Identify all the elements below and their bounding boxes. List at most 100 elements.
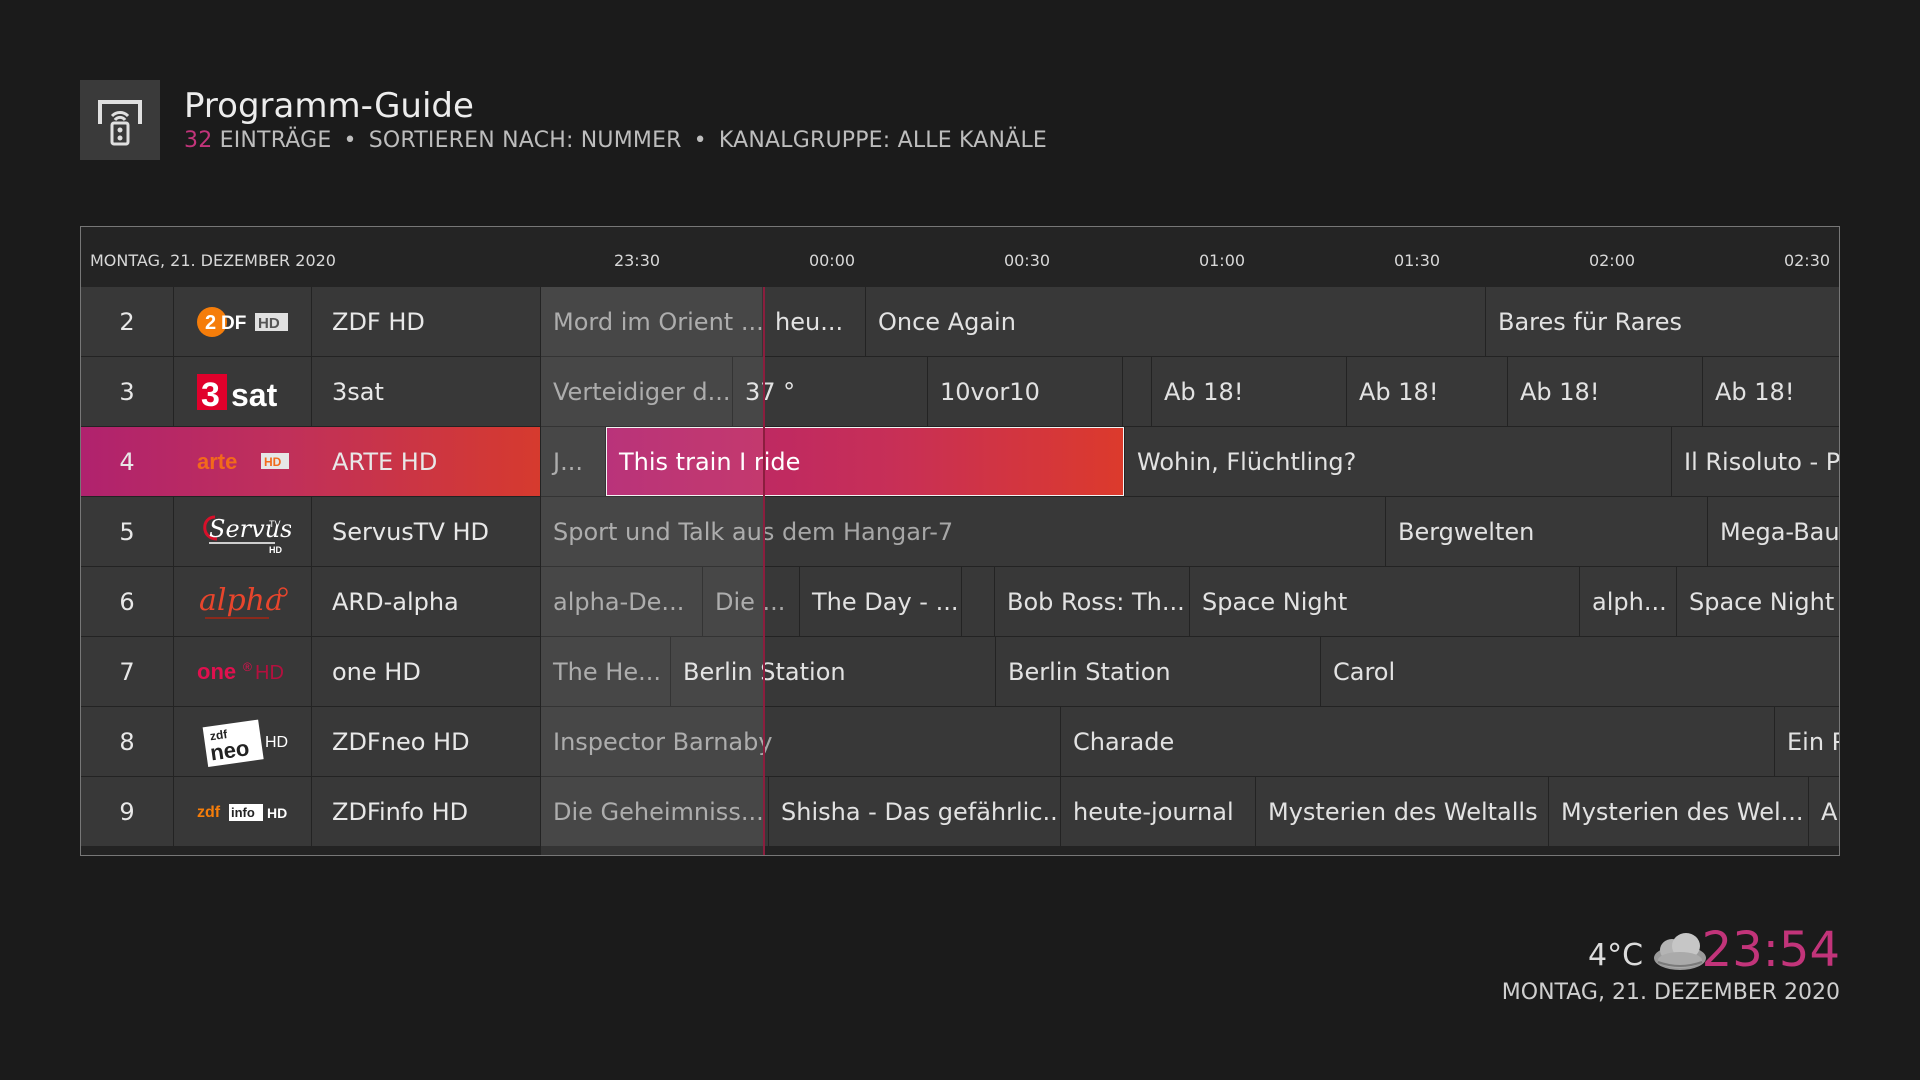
time-tick: 01:00 xyxy=(1198,251,1246,270)
program-cell[interactable]: Inspector Barnaby xyxy=(541,707,1060,776)
program-cell[interactable]: Bergwelten xyxy=(1386,497,1707,566)
channel-name: ZDFneo HD xyxy=(312,707,540,776)
epg-grid: MONTAG, 21. DEZEMBER 2020 23:30 00:00 00… xyxy=(80,226,1840,856)
svg-text:one: one xyxy=(197,659,236,684)
program-cell[interactable]: Verteidiger d... xyxy=(541,357,732,426)
channel-logo-3sat: 3 sat xyxy=(174,357,311,426)
program-cell[interactable]: alpha-De... xyxy=(541,567,702,636)
program-cell[interactable]: 10vor10 xyxy=(928,357,1122,426)
svg-text:®: ® xyxy=(243,660,252,674)
page-subtitle: 32 EINTRÄGE • SORTIEREN NACH: NUMMER • KANAL… xyxy=(184,128,1047,153)
channel-number: 2 xyxy=(81,287,173,356)
program-cell[interactable]: heu... xyxy=(763,287,865,356)
program-cell[interactable]: Ab 18! xyxy=(1347,357,1507,426)
program-cell[interactable]: Charade xyxy=(1061,707,1774,776)
svg-text:HD: HD xyxy=(258,315,280,332)
channel-number: 4 xyxy=(119,447,135,476)
program-cell[interactable]: Ab 18! xyxy=(1152,357,1346,426)
channel-logo-zdfinfo: zdf info HD xyxy=(174,777,311,846)
channel-logo-servustv: Servus TV HD xyxy=(174,497,311,566)
program-cell[interactable]: Mysterien des Wel... xyxy=(1549,777,1808,846)
program-cell[interactable]: Berlin Station xyxy=(671,637,995,706)
program-cell[interactable]: Il Risoluto - Pi xyxy=(1672,427,1839,496)
svg-text:DF: DF xyxy=(221,313,246,334)
channel-row[interactable]: 8 zdf neo HD ZDFneo HD Inspector Barnaby… xyxy=(81,707,1839,776)
channel-logo-alpha: alpha xyxy=(174,567,311,636)
program-cell[interactable]: Die Geheimniss... xyxy=(541,777,768,846)
channel-number: 7 xyxy=(81,637,173,706)
svg-text:2: 2 xyxy=(205,312,216,334)
temperature: 4°C xyxy=(1588,938,1644,973)
program-cell[interactable]: Ab 18! xyxy=(1703,357,1839,426)
program-cell[interactable] xyxy=(962,567,994,636)
svg-text:3: 3 xyxy=(201,376,220,412)
program-cell[interactable]: heute-journal xyxy=(1061,777,1255,846)
program-cell[interactable]: Space Night xyxy=(1677,567,1839,636)
program-cell[interactable]: Die ... xyxy=(703,567,799,636)
channel-number: 5 xyxy=(81,497,173,566)
program-cell[interactable] xyxy=(1123,357,1151,426)
channel-row[interactable]: 9 zdf info HD ZDFinfo HD Die Geheimniss.… xyxy=(81,777,1839,846)
channel-name: ZDFinfo HD xyxy=(312,777,540,846)
channel-row[interactable]: 5 Servus TV HD ServusTV HD Sport und Tal… xyxy=(81,497,1839,566)
page-title: Programm-Guide xyxy=(184,86,474,126)
channel-group-label[interactable]: KANALGRUPPE: ALLE KANÄLE xyxy=(719,128,1047,153)
svg-text:alpha: alpha xyxy=(199,583,283,618)
channel-number: 8 xyxy=(81,707,173,776)
time-tick: 02:30 xyxy=(1783,251,1831,270)
svg-text:HD: HD xyxy=(255,662,284,684)
entries-label: EINTRÄGE xyxy=(219,128,332,153)
separator-dot: • xyxy=(693,128,707,153)
sort-label[interactable]: SORTIEREN NACH: NUMMER xyxy=(369,128,682,153)
program-cell[interactable]: The Day - ... xyxy=(800,567,961,636)
program-cell[interactable]: Shisha - Das gefährlic... xyxy=(769,777,1060,846)
channel-logo-arte: arte HD xyxy=(174,427,311,496)
program-cell[interactable]: Bares für Rares xyxy=(1486,287,1839,356)
channel-row[interactable]: 7 one ® HD one HD The He... Berlin Stati… xyxy=(81,637,1839,706)
program-cell[interactable]: Carol xyxy=(1321,637,1839,706)
program-cell[interactable]: Wohin, Flüchtling? xyxy=(1125,427,1671,496)
program-cell[interactable]: Mord im Orient ... xyxy=(541,287,762,356)
time-tick: 02:00 xyxy=(1588,251,1636,270)
program-cell-focused[interactable]: This train I ride xyxy=(606,427,1124,496)
channel-name: 3sat xyxy=(312,357,540,426)
channel-row-selected[interactable]: 4 arte HD ARTE HD J... This train I ride… xyxy=(81,427,1839,496)
channel-number: 3 xyxy=(81,357,173,426)
channel-row[interactable]: 3 3 sat 3sat Verteidiger d... 37 ° 10vor… xyxy=(81,357,1839,426)
channel-name: ARD-alpha xyxy=(312,567,540,636)
program-cell[interactable]: Berlin Station xyxy=(996,637,1320,706)
program-cell[interactable]: Space Night xyxy=(1190,567,1579,636)
program-cell[interactable]: Al xyxy=(1809,777,1839,846)
program-cell[interactable]: The He... xyxy=(541,637,670,706)
svg-text:HD: HD xyxy=(265,734,288,751)
channel-logo-one: one ® HD xyxy=(174,637,311,706)
program-cell[interactable]: Ein P xyxy=(1775,707,1839,776)
program-cell[interactable]: Bob Ross: Th... xyxy=(995,567,1189,636)
svg-text:HD: HD xyxy=(269,545,282,555)
time-tick: 23:30 xyxy=(613,251,661,270)
program-cell[interactable]: J... xyxy=(541,427,605,496)
program-cell[interactable]: alph... xyxy=(1580,567,1676,636)
program-cell[interactable]: Once Again xyxy=(866,287,1485,356)
guide-icon-tile xyxy=(80,80,160,160)
channel-row[interactable]: 6 alpha ARD-alpha alpha-De... Die ... Th… xyxy=(81,567,1839,636)
program-cell[interactable]: Mega-Baut xyxy=(1708,497,1839,566)
channel-number: 6 xyxy=(81,567,173,636)
svg-text:HD: HD xyxy=(264,455,282,469)
program-cell[interactable]: 37 ° xyxy=(733,357,927,426)
svg-text:HD: HD xyxy=(267,805,287,821)
channel-row[interactable]: 2 2 DF HD ZDF HD Mord im Orient ... heu.… xyxy=(81,287,1839,356)
timeline-bar: MONTAG, 21. DEZEMBER 2020 23:30 00:00 00… xyxy=(81,227,1839,287)
channel-name: one HD xyxy=(312,637,540,706)
timeline-date: MONTAG, 21. DEZEMBER 2020 xyxy=(90,251,336,270)
program-cell[interactable]: Mysterien des Weltalls xyxy=(1256,777,1548,846)
program-cell[interactable]: Sport und Talk aus dem Hangar-7 xyxy=(541,497,1385,566)
channel-logo-zdf: 2 DF HD xyxy=(174,287,311,356)
time-tick: 00:00 xyxy=(808,251,856,270)
program-cell[interactable]: Ab 18! xyxy=(1508,357,1702,426)
channel-name: ARTE HD xyxy=(332,447,438,476)
separator-dot: • xyxy=(343,128,357,153)
channel-name: ZDF HD xyxy=(312,287,540,356)
channel-name: ServusTV HD xyxy=(312,497,540,566)
remote-icon xyxy=(98,100,142,146)
